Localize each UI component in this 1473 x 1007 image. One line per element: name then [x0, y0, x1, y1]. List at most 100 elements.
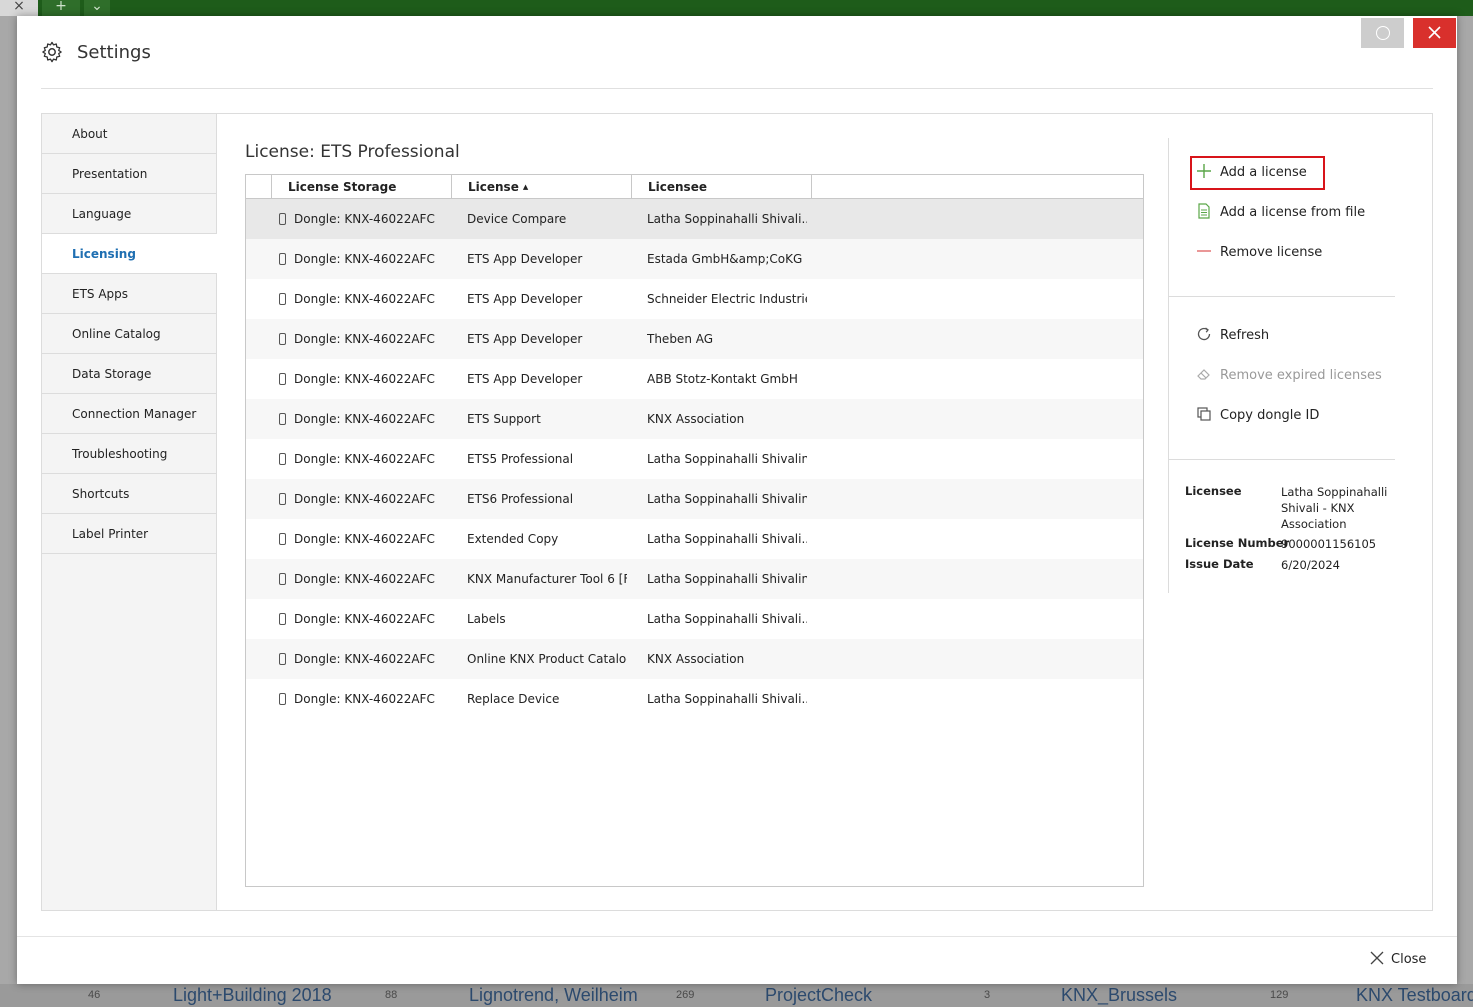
table-row[interactable]: Dongle: KNX-46022AFC ETS6 Professional L…	[246, 479, 1143, 519]
storage-cell: Dongle: KNX-46022AFC	[279, 599, 449, 639]
dongle-icon	[279, 373, 286, 385]
background-right-edge	[1457, 16, 1473, 1007]
license-cell: Labels	[467, 612, 506, 626]
license-cell: Replace Device	[467, 692, 560, 706]
dongle-icon	[279, 493, 286, 505]
table-row[interactable]: Dongle: KNX-46022AFC ETS5 Professional L…	[246, 439, 1143, 479]
storage-value: Dongle: KNX-46022AFC	[294, 332, 435, 346]
copy-dongle-label: Copy dongle ID	[1220, 408, 1320, 423]
column-header-licensee[interactable]: Licensee	[632, 175, 812, 198]
close-label: Close	[1391, 952, 1427, 967]
nav-item-label-printer[interactable]: Label Printer	[42, 514, 216, 554]
nav-item-language[interactable]: Language	[42, 194, 216, 234]
table-body: Dongle: KNX-46022AFC Device Compare Lath…	[246, 199, 1143, 719]
storage-value: Dongle: KNX-46022AFC	[294, 572, 435, 586]
add-license-from-file-button[interactable]: Add a license from file	[1196, 202, 1365, 224]
storage-cell: Dongle: KNX-46022AFC	[279, 239, 449, 279]
remove-license-label: Remove license	[1220, 245, 1323, 260]
nav-item-about[interactable]: About	[42, 114, 216, 154]
nav-item-data-storage[interactable]: Data Storage	[42, 354, 216, 394]
storage-value: Dongle: KNX-46022AFC	[294, 652, 435, 666]
table-row[interactable]: Dongle: KNX-46022AFC ETS Support KNX Ass…	[246, 399, 1143, 439]
remove-license-button[interactable]: Remove license	[1196, 242, 1322, 264]
nav-item-troubleshooting[interactable]: Troubleshooting	[42, 434, 216, 474]
license-cell: ETS App Developer	[467, 332, 583, 346]
table-row[interactable]: Dongle: KNX-46022AFC Extended Copy Latha…	[246, 519, 1143, 559]
storage-value: Dongle: KNX-46022AFC	[294, 292, 435, 306]
licensee-cell: Latha Soppinahalli Shivali...	[647, 532, 807, 546]
table-row[interactable]: Dongle: KNX-46022AFC ETS App Developer A…	[246, 359, 1143, 399]
nav-item-ets-apps[interactable]: ETS Apps	[42, 274, 216, 314]
nav-item-connection-manager[interactable]: Connection Manager	[42, 394, 216, 434]
window-close-button[interactable]	[1413, 18, 1456, 48]
storage-value: Dongle: KNX-46022AFC	[294, 612, 435, 626]
storage-cell: Dongle: KNX-46022AFC	[279, 319, 449, 359]
nav-item-online-catalog[interactable]: Online Catalog	[42, 314, 216, 354]
storage-cell: Dongle: KNX-46022AFC	[279, 559, 449, 599]
remove-expired-licenses-button[interactable]: Remove expired licenses	[1196, 365, 1382, 387]
dialog-title: Settings	[77, 42, 151, 63]
storage-cell: Dongle: KNX-46022AFC	[279, 279, 449, 319]
licensee-value: Latha Soppinahalli Shivali - KNX Associa…	[1281, 485, 1388, 531]
dongle-icon	[279, 653, 286, 665]
column-header-storage-label: License Storage	[288, 180, 397, 194]
maximize-button[interactable]	[1361, 18, 1404, 48]
table-row[interactable]: Dongle: KNX-46022AFC ETS App Developer T…	[246, 319, 1143, 359]
nav-item-shortcuts[interactable]: Shortcuts	[42, 474, 216, 514]
license-number-value: 9000001156105	[1281, 537, 1377, 551]
licensee-label: Licensee	[1185, 484, 1242, 498]
table-row[interactable]: Dongle: KNX-46022AFC KNX Manufacturer To…	[246, 559, 1143, 599]
table-row[interactable]: Dongle: KNX-46022AFC Online KNX Product …	[246, 639, 1143, 679]
tile-count: 269	[676, 989, 695, 1001]
nav-item-licensing[interactable]: Licensing	[42, 234, 217, 274]
column-header-license[interactable]: License ▲	[452, 175, 632, 198]
add-from-file-label: Add a license from file	[1220, 205, 1366, 220]
tile-count: 129	[1270, 989, 1289, 1001]
table-row[interactable]: Dongle: KNX-46022AFC Labels Latha Soppin…	[246, 599, 1143, 639]
dongle-icon	[279, 693, 286, 705]
storage-value: Dongle: KNX-46022AFC	[294, 492, 435, 506]
close-dialog-button[interactable]: Close	[1370, 950, 1426, 970]
storage-cell: Dongle: KNX-46022AFC	[279, 679, 449, 719]
licensee-cell: KNX Association	[647, 412, 745, 426]
licensee-cell: ABB Stotz-Kontakt GmbH	[647, 372, 798, 386]
nav-item-presentation[interactable]: Presentation	[42, 154, 216, 194]
minus-icon	[1197, 250, 1211, 252]
storage-value: Dongle: KNX-46022AFC	[294, 532, 435, 546]
storage-value: Dongle: KNX-46022AFC	[294, 692, 435, 706]
storage-cell: Dongle: KNX-46022AFC	[279, 359, 449, 399]
actions-separator	[1169, 296, 1395, 297]
tile-count: 46	[88, 989, 101, 1001]
footer-divider	[17, 936, 1457, 937]
refresh-button[interactable]: Refresh	[1196, 325, 1269, 347]
column-header-license-label: License	[468, 180, 519, 194]
maximize-icon	[1376, 26, 1390, 40]
column-header-selector[interactable]	[246, 175, 272, 198]
table-row[interactable]: Dongle: KNX-46022AFC Replace Device Lath…	[246, 679, 1143, 719]
copy-dongle-id-button[interactable]: Copy dongle ID	[1196, 405, 1319, 427]
license-cell: Device Compare	[467, 212, 567, 226]
license-cell: KNX Manufacturer Tool 6 [F]	[467, 572, 627, 586]
licensee-cell: Latha Soppinahalli Shivalin...	[647, 492, 807, 506]
storage-cell: Dongle: KNX-46022AFC	[279, 399, 449, 439]
add-license-button[interactable]: Add a license	[1196, 162, 1307, 184]
issue-date-value: 6/20/2024	[1281, 558, 1340, 572]
dongle-icon	[279, 573, 286, 585]
tile-count: 88	[385, 989, 398, 1001]
close-icon	[1370, 951, 1384, 965]
tile-name: Lignotrend, Weilheim	[469, 985, 638, 1005]
column-header-licensee-label: Licensee	[648, 180, 707, 194]
tile-name: ProjectCheck	[765, 985, 873, 1005]
table-row[interactable]: Dongle: KNX-46022AFC Device Compare Lath…	[246, 199, 1143, 239]
table-header: License Storage License ▲ Licensee	[246, 175, 1143, 199]
license-table: License Storage License ▲ Licensee Dongle…	[245, 174, 1144, 887]
table-row[interactable]: Dongle: KNX-46022AFC ETS App Developer E…	[246, 239, 1143, 279]
table-row[interactable]: Dongle: KNX-46022AFC ETS App Developer S…	[246, 279, 1143, 319]
licensee-cell: Latha Soppinahalli Shivalin...	[647, 572, 807, 586]
column-header-storage[interactable]: License Storage	[272, 175, 452, 198]
licensee-cell: Latha Soppinahalli Shivali...	[647, 612, 807, 626]
add-license-label: Add a license	[1220, 165, 1307, 180]
gear-icon	[42, 41, 62, 63]
dongle-icon	[279, 333, 286, 345]
tile-name: KNX_Brussels	[1061, 985, 1178, 1005]
